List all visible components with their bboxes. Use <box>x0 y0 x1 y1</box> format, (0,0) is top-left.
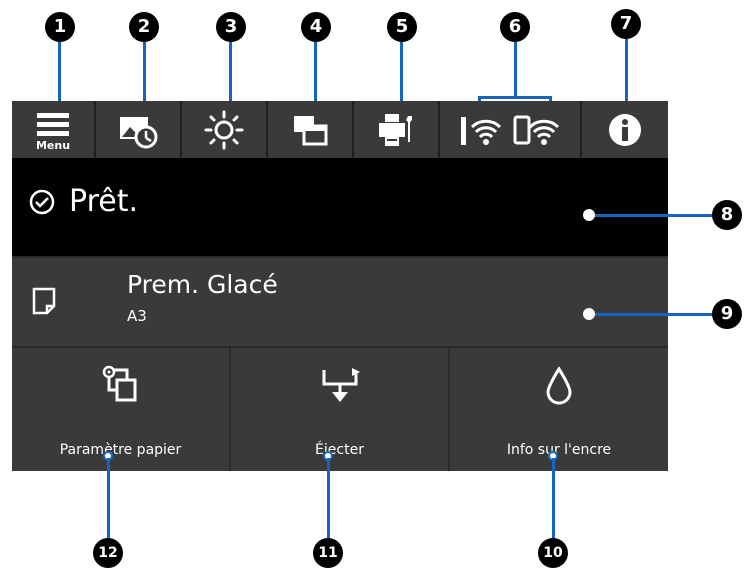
wifi-icon <box>461 116 502 145</box>
network-button[interactable] <box>440 101 582 158</box>
brightness-icon <box>204 110 244 149</box>
eject-icon <box>322 368 360 402</box>
callout-line-7 <box>625 39 628 104</box>
callout-2: 2 <box>129 12 159 42</box>
image-clock-button[interactable] <box>96 101 182 158</box>
callout-6: 6 <box>500 12 530 42</box>
image-clock-icon <box>120 116 158 148</box>
eject-button[interactable]: Éjecter <box>231 348 448 471</box>
callout-line-3 <box>229 42 232 104</box>
callout-line-10 <box>552 458 555 542</box>
menu-button[interactable]: Menu <box>12 101 96 158</box>
callout-line-1 <box>58 42 61 104</box>
job-windows-button[interactable] <box>268 101 354 158</box>
paper-settings-label: Paramètre papier <box>59 442 182 458</box>
paper-info-area[interactable]: Prem. Glacé A3 <box>12 258 668 346</box>
callout-line-12 <box>107 458 110 542</box>
ink-info-label: Info sur l'encre <box>506 442 612 458</box>
check-circle-icon <box>29 189 55 215</box>
wifi-direct-icon <box>513 115 560 145</box>
menu-icon <box>37 112 69 136</box>
paper-type: Prem. Glacé <box>127 270 278 299</box>
paper-sheet-icon <box>32 287 56 315</box>
callout-dot-8 <box>583 209 595 221</box>
ink-info-button[interactable]: Info sur l'encre <box>450 348 668 471</box>
windows-icon <box>294 115 328 145</box>
callout-7: 7 <box>611 9 641 39</box>
paper-settings-icon <box>102 365 136 402</box>
brightness-button[interactable] <box>182 101 268 158</box>
printer-control-panel: Menu Prêt. Prem. Glacé A3 Paramètre papi… <box>12 101 668 471</box>
callout-11: 11 <box>313 538 343 568</box>
callout-line-2 <box>143 42 146 104</box>
callout-dot-9 <box>583 308 595 320</box>
status-text: Prêt. <box>69 184 138 219</box>
callout-line-9 <box>590 313 715 316</box>
info-icon <box>609 113 641 146</box>
callout-9: 9 <box>712 299 742 329</box>
status-area[interactable]: Prêt. <box>12 158 668 256</box>
callout-bracket-6 <box>478 96 552 99</box>
callout-3: 3 <box>216 12 246 42</box>
callout-12: 12 <box>93 538 123 568</box>
callout-line-5 <box>400 42 403 104</box>
info-button[interactable] <box>582 101 668 158</box>
callout-4: 4 <box>301 12 331 42</box>
ink-drop-icon <box>546 366 572 405</box>
callout-line-11 <box>327 458 330 542</box>
top-toolbar: Menu <box>12 101 668 158</box>
eject-label: Éjecter <box>315 442 364 458</box>
callout-8: 8 <box>712 200 742 230</box>
callout-line-4 <box>314 42 317 104</box>
callout-10: 10 <box>538 538 568 568</box>
callout-5: 5 <box>387 12 417 42</box>
printer-wrench-icon <box>379 113 412 146</box>
paper-size: A3 <box>127 307 147 325</box>
menu-label: Menu <box>35 138 71 152</box>
callout-1: 1 <box>45 12 75 42</box>
callout-line-6 <box>514 42 517 98</box>
callout-line-8 <box>590 214 715 217</box>
maintenance-button[interactable] <box>354 101 440 158</box>
paper-settings-button[interactable]: Paramètre papier <box>12 348 229 471</box>
